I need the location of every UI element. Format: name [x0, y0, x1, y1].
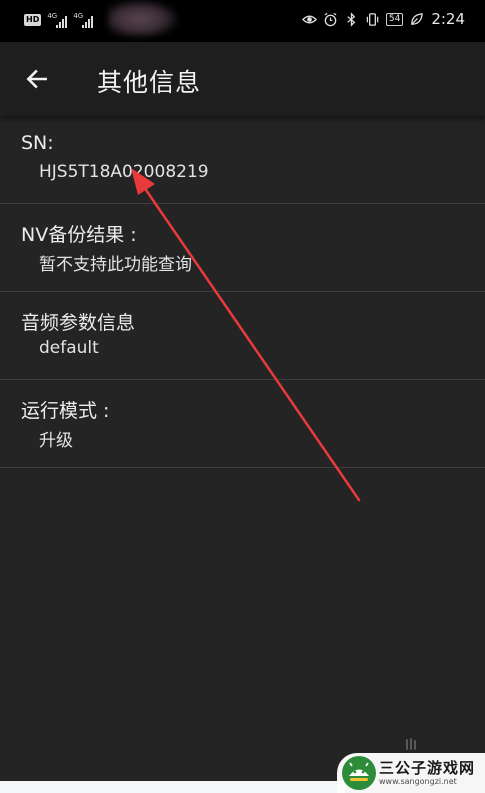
- arrow-left-icon: [26, 69, 47, 89]
- item-value: default: [39, 338, 99, 358]
- watermark-logo-icon: [342, 756, 376, 790]
- item-label: 音频参数信息: [21, 312, 136, 334]
- battery-icon: 54: [385, 12, 404, 26]
- screen: HD 4G 4G 54 2:24 其他信息 SN: HJS5T18A020082…: [0, 0, 485, 793]
- item-label: NV备份结果 :: [21, 224, 137, 246]
- info-item-nv-backup: NV备份结果 : 暂不支持此功能查询: [0, 204, 485, 292]
- bottom-strip: [0, 781, 345, 793]
- watermark-text: 三公子游戏网 www.sangongzi.net: [379, 758, 476, 787]
- alarm-icon: [324, 12, 337, 26]
- status-left: HD 4G 4G: [24, 12, 94, 28]
- eye-icon: [301, 15, 317, 23]
- blurred-region: [108, 0, 178, 38]
- item-label: 运行模式 :: [21, 400, 110, 422]
- status-bar: HD 4G 4G 54 2:24: [0, 0, 485, 42]
- watermark-title: 三公子游戏网: [379, 758, 476, 777]
- back-button[interactable]: [22, 64, 52, 94]
- info-item-run-mode: 运行模式 : 升级: [0, 380, 485, 468]
- hd-badge: HD: [24, 14, 42, 26]
- item-value: HJS5T18A02008219: [39, 162, 209, 182]
- signal-icon-1: 4G: [47, 12, 68, 28]
- item-value: 暂不支持此功能查询: [39, 255, 192, 275]
- item-value: 升级: [39, 431, 73, 451]
- vibrate-icon: [366, 12, 379, 26]
- gesture-hint-icon: [406, 738, 416, 750]
- watermark-url: www.sangongzi.net: [379, 776, 457, 786]
- app-bar: 其他信息: [0, 42, 485, 116]
- item-label: SN:: [21, 132, 54, 154]
- status-right: 54 2:24: [301, 10, 465, 28]
- page-title: 其他信息: [97, 68, 202, 97]
- clock: 2:24: [431, 10, 465, 28]
- info-list: SN: HJS5T18A02008219 NV备份结果 : 暂不支持此功能查询 …: [0, 116, 485, 468]
- leaf-icon: [411, 12, 424, 25]
- info-item-audio-params: 音频参数信息 default: [0, 292, 485, 380]
- signal-icon-2: 4G: [73, 12, 94, 28]
- bluetooth-icon: [347, 11, 356, 27]
- info-item-sn: SN: HJS5T18A02008219: [0, 116, 485, 204]
- watermark: 三公子游戏网 www.sangongzi.net: [337, 753, 485, 793]
